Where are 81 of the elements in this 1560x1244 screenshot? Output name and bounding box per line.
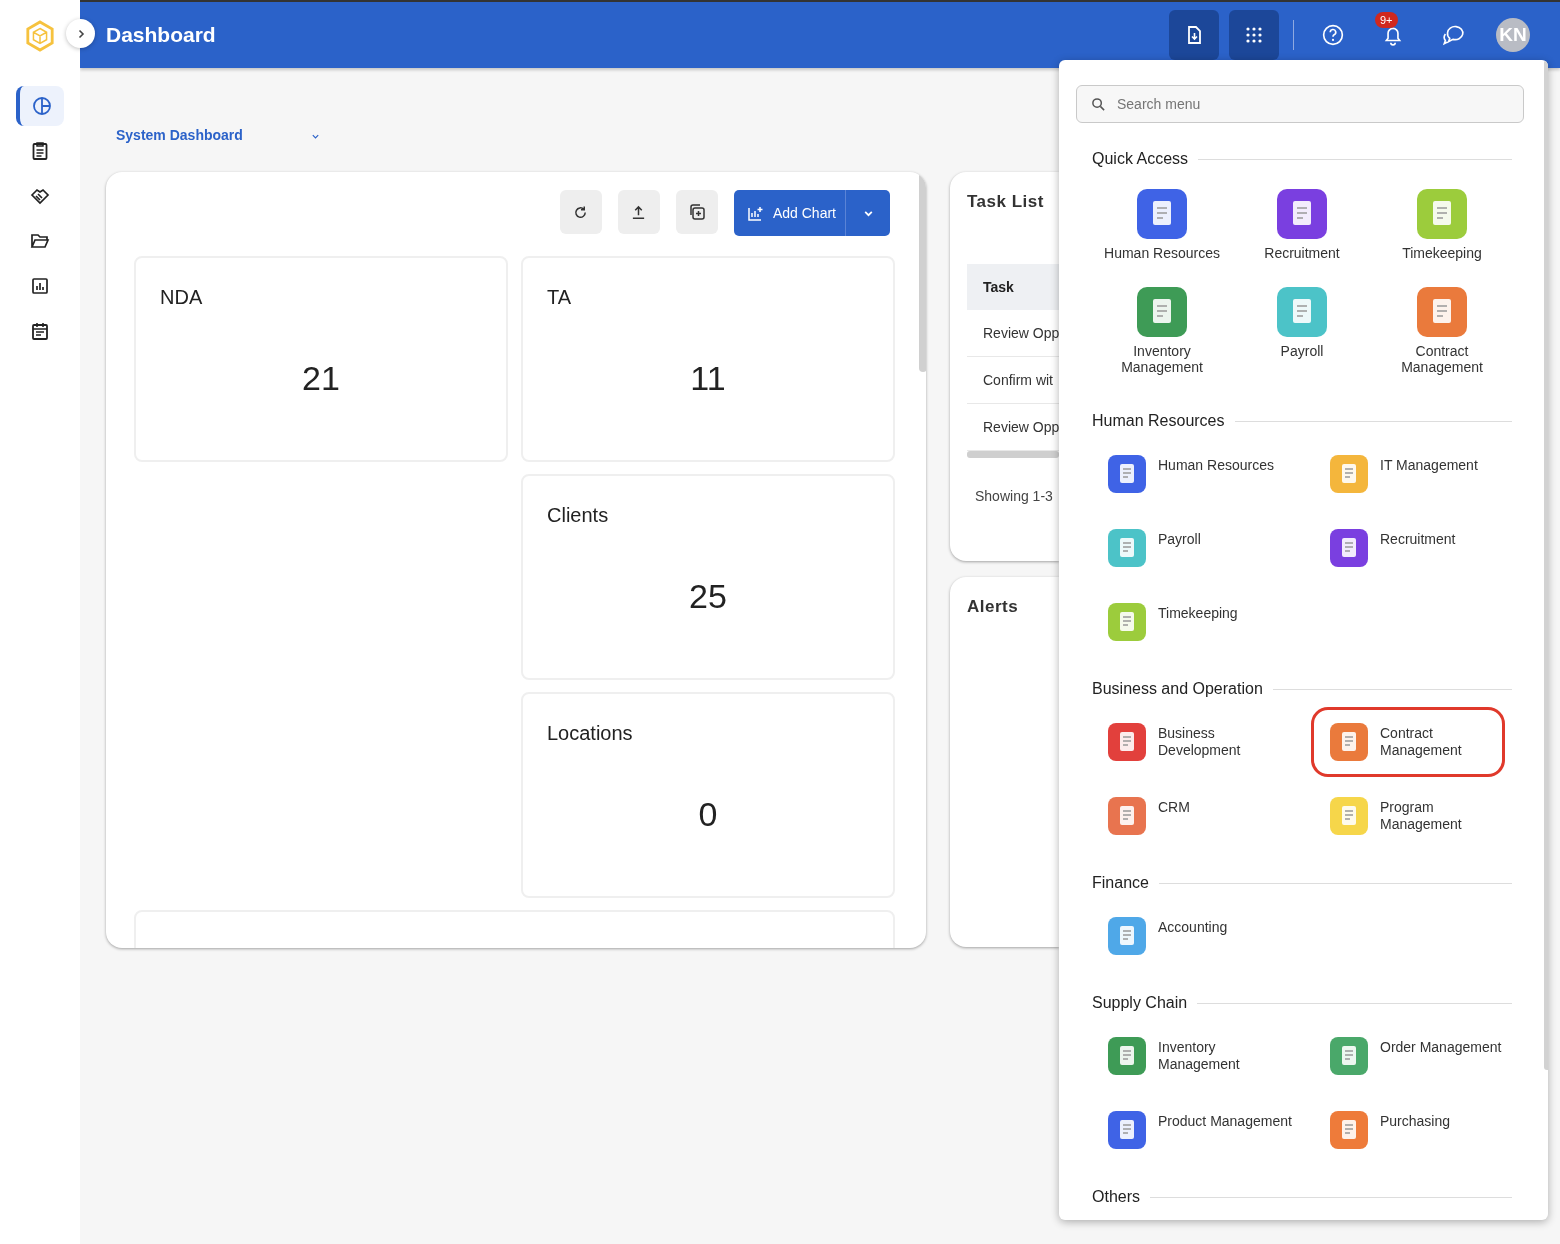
app-label: CRM	[1158, 799, 1190, 817]
app-label: Order Management	[1380, 1039, 1502, 1057]
grid-dots-icon	[1244, 25, 1264, 45]
upload-icon	[631, 204, 647, 220]
stat-value: 21	[301, 359, 341, 398]
app-label: Timekeeping	[1402, 245, 1482, 261]
dashboard-selector[interactable]: System Dashboard	[106, 123, 330, 147]
duplicate-button[interactable]	[675, 190, 718, 234]
app-label: Human Resources	[1104, 245, 1220, 261]
stat-value: 11	[689, 359, 727, 398]
clipboard-icon	[30, 141, 50, 161]
menu-item[interactable]: Payroll	[1092, 516, 1304, 580]
stat-title: Locations	[547, 722, 634, 745]
refresh-icon	[573, 204, 589, 220]
apps-button[interactable]	[1229, 10, 1279, 60]
quick-access-item[interactable]: Inventory Management	[1092, 281, 1232, 381]
section-heading: Others	[1092, 1188, 1140, 1206]
stat-value: 0	[697, 795, 719, 834]
stat-value: 25	[688, 577, 728, 616]
menu-item[interactable]: Program Management	[1314, 784, 1502, 848]
menu-item[interactable]: Purchasing	[1314, 1098, 1502, 1162]
menu-item[interactable]: Recruitment	[1314, 516, 1502, 580]
chart-plus-icon	[746, 204, 765, 222]
menu-item[interactable]: Product Management	[1092, 1098, 1304, 1162]
quick-access-item[interactable]: Payroll	[1232, 281, 1372, 381]
app-label: Contract Management	[1380, 725, 1463, 759]
menu-item[interactable]: Order Management	[1314, 1024, 1502, 1088]
section-heading: Human Resources	[1092, 412, 1225, 430]
app-label: Product Management	[1158, 1113, 1292, 1131]
section-heading: Quick Access	[1092, 150, 1189, 168]
quick-access-item[interactable]: Timekeeping	[1372, 183, 1512, 267]
app-label: Business Development	[1158, 725, 1242, 759]
section-heading: Finance	[1092, 874, 1149, 892]
menu-item[interactable]: Business Development	[1092, 710, 1304, 774]
quick-access-item[interactable]: Recruitment	[1232, 183, 1372, 267]
stat-title: TA	[547, 286, 573, 309]
pie-chart-icon	[32, 96, 52, 116]
app-label: Human Resources	[1158, 457, 1274, 475]
app-label: Payroll	[1158, 531, 1201, 549]
handshake-icon	[30, 186, 50, 206]
notification-badge: 9+	[1375, 12, 1398, 28]
upload-button[interactable]	[617, 190, 660, 234]
app-label: Payroll	[1280, 343, 1324, 359]
app-label: Purchasing	[1380, 1113, 1451, 1131]
copy-plus-icon	[687, 203, 706, 221]
table-header: Task	[967, 264, 1059, 310]
help-icon	[1322, 24, 1344, 46]
app-label: Accounting	[1158, 919, 1228, 937]
menu-item[interactable]: Inventory Management	[1092, 1024, 1304, 1088]
menu-item[interactable]: CRM	[1092, 784, 1304, 848]
app-label: Program Management	[1380, 799, 1463, 833]
panel-title: Task List	[967, 192, 1045, 212]
app-label: Contract Management	[1400, 343, 1484, 375]
section-heading: Business and Operation	[1092, 680, 1263, 698]
stat-title: Clients	[547, 504, 610, 527]
search-field[interactable]: Search menu	[1076, 85, 1524, 123]
folder-icon	[30, 231, 50, 251]
cube-logo-icon	[25, 20, 55, 52]
menu-item[interactable]: Human Resources	[1092, 442, 1304, 506]
app-label: Inventory Management	[1120, 343, 1204, 375]
menu-item[interactable]: Contract Management	[1314, 710, 1502, 774]
quick-access-item[interactable]: Contract Management	[1372, 281, 1512, 381]
app-label: IT Management	[1380, 457, 1478, 475]
menu-item[interactable]: Timekeeping	[1092, 590, 1304, 654]
menu-item[interactable]: IT Management	[1314, 442, 1502, 506]
refresh-button[interactable]	[559, 190, 602, 234]
pagination-info: Showing 1-3	[974, 488, 1054, 504]
chat-bubbles-icon	[1441, 24, 1465, 46]
panel-title: Alerts	[967, 597, 1020, 617]
calendar-icon	[30, 321, 50, 341]
quick-access-item[interactable]: Human Resources	[1092, 183, 1232, 267]
download-button[interactable]	[1169, 10, 1219, 60]
bar-chart-icon	[30, 276, 50, 296]
app-label: Inventory Management	[1158, 1039, 1241, 1073]
app-label: Timekeeping	[1158, 605, 1238, 623]
stat-title: NDA	[160, 286, 204, 309]
menu-item[interactable]: Accounting	[1092, 904, 1304, 968]
section-heading: Supply Chain	[1092, 994, 1188, 1012]
app-label: Recruitment	[1380, 531, 1456, 549]
page-title: Dashboard	[106, 23, 216, 47]
app-label: Recruitment	[1264, 245, 1340, 261]
